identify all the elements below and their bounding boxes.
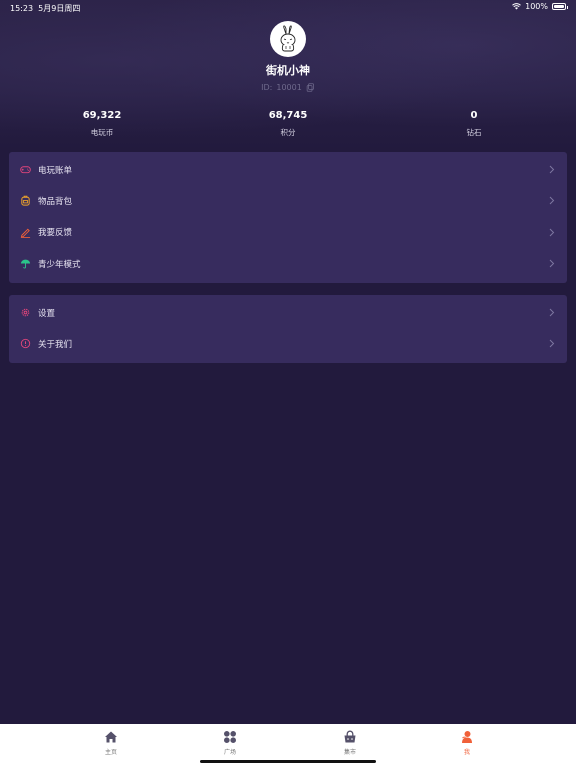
pen-icon	[20, 227, 31, 238]
stat-value: 69,322	[82, 110, 122, 121]
battery-icon	[552, 3, 568, 10]
gamepad-icon	[20, 164, 31, 175]
chevron-right-icon	[549, 340, 555, 348]
tab-label: 主页	[104, 749, 117, 756]
user-id-value: 10001	[276, 83, 302, 92]
menu-item-backpack[interactable]: 物品背包	[9, 185, 567, 216]
stat-label: 钻石	[466, 128, 482, 137]
chevron-right-icon	[549, 197, 555, 205]
status-right: 100%	[512, 2, 568, 11]
stats-row: 69,322 电玩币 68,745 积分 0 钻石	[0, 110, 576, 140]
tab-me[interactable]: 我	[437, 730, 497, 756]
stat-coins[interactable]: 69,322 电玩币	[42, 110, 162, 138]
umbrella-icon	[20, 258, 31, 269]
menu-item-label: 电玩账单	[38, 165, 73, 176]
chevron-right-icon	[549, 259, 555, 268]
tab-plaza[interactable]: 广场	[200, 730, 260, 756]
avatar[interactable]	[270, 21, 306, 57]
user-id-label: ID:	[261, 83, 273, 92]
tab-label: 我	[463, 749, 470, 756]
menu-card-settings: 设置 关于我们	[9, 295, 567, 363]
menu-item-feedback[interactable]: 我要反馈	[9, 217, 567, 248]
chevron-right-icon	[549, 165, 555, 174]
backpack-icon	[20, 195, 31, 207]
grid-icon	[224, 731, 236, 743]
gear-icon	[20, 307, 31, 318]
menu-item-label: 设置	[38, 308, 56, 319]
stat-value: 68,745	[268, 110, 308, 121]
tab-market[interactable]: 集市	[320, 730, 380, 756]
tab-label: 广场	[223, 749, 236, 756]
menu-item-label: 物品背包	[38, 196, 73, 207]
user-id-row: ID: 10001	[0, 83, 576, 92]
basket-icon	[344, 730, 356, 743]
menu-item-label: 我要反馈	[38, 228, 73, 239]
menu-item-youth-mode[interactable]: 青少年模式	[9, 248, 567, 279]
stat-diamonds[interactable]: 0 钻石	[414, 110, 534, 138]
menu-item-about[interactable]: 关于我们	[9, 328, 567, 359]
info-icon	[20, 338, 31, 349]
stat-label: 积分	[280, 128, 296, 137]
menu-card-main: 电玩账单 物品背包 我要反馈 青少年模式	[9, 152, 567, 283]
tab-label: 集市	[343, 749, 356, 756]
status-time: 15:23 5月9日周四	[10, 4, 81, 13]
wifi-icon	[512, 3, 521, 10]
rabbit-avatar-icon	[280, 25, 296, 52]
battery-percent: 100%	[525, 2, 548, 11]
menu-item-settings[interactable]: 设置	[9, 297, 567, 328]
copy-icon[interactable]	[306, 83, 315, 92]
menu-item-label: 青少年模式	[38, 259, 81, 270]
status-bar: 15:23 5月9日周四 100%	[0, 0, 576, 16]
stat-points[interactable]: 68,745 积分	[228, 110, 348, 138]
person-icon	[462, 731, 472, 743]
status-date: 5月9日周四	[38, 4, 81, 13]
chevron-right-icon	[549, 308, 555, 317]
menu-item-label: 关于我们	[38, 339, 73, 350]
stat-value: 0	[470, 110, 478, 121]
home-indicator[interactable]	[200, 760, 376, 763]
menu-item-game-bill[interactable]: 电玩账单	[9, 154, 567, 185]
tab-home[interactable]: 主页	[81, 730, 141, 756]
home-icon	[105, 731, 117, 743]
chevron-right-icon	[549, 228, 555, 237]
username: 街机小神	[266, 64, 310, 77]
stat-label: 电玩币	[90, 128, 114, 137]
